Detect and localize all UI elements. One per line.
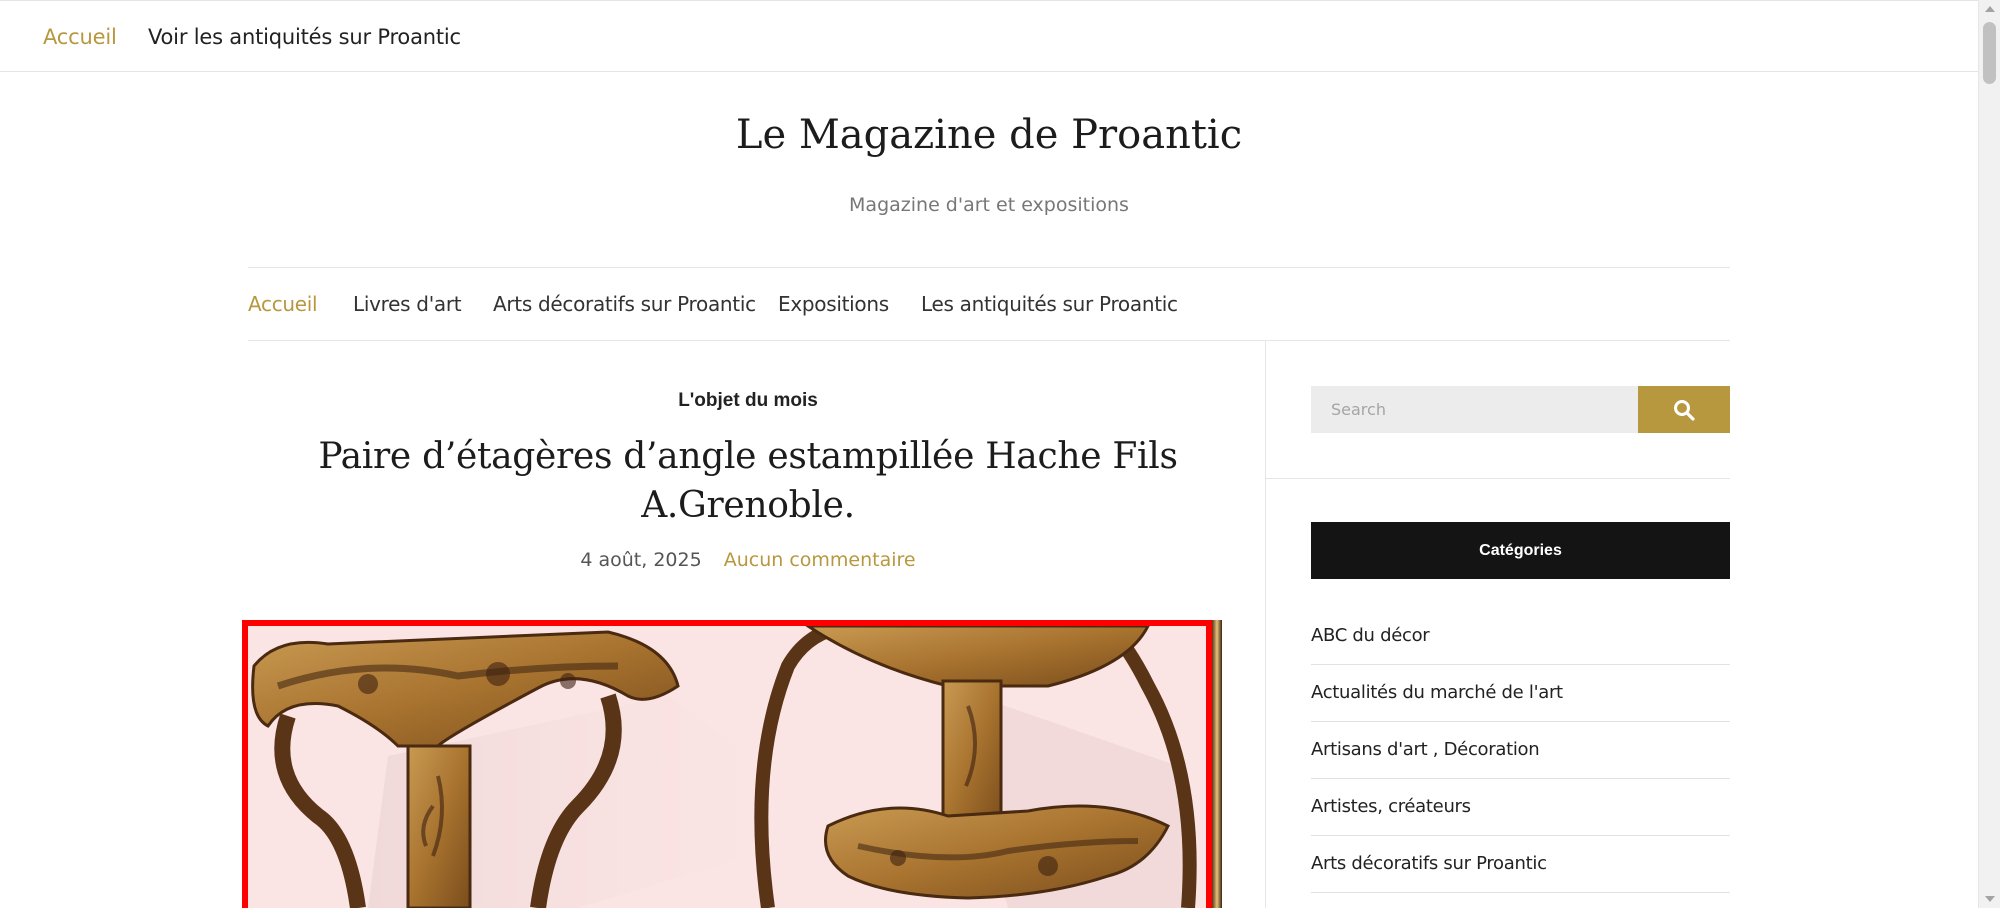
nav-item-expositions[interactable]: Expositions <box>778 292 889 316</box>
post-featured-image[interactable] <box>242 620 1212 908</box>
topbar-home-link[interactable]: Accueil <box>43 25 117 49</box>
categories-list: ABC du décor Actualités du marché de l'a… <box>1311 608 1730 893</box>
category-link[interactable]: Artistes, créateurs <box>1311 779 1730 836</box>
category-link[interactable]: Arts décoratifs sur Proantic <box>1311 836 1730 893</box>
post-date: 4 août, 2025 <box>580 549 702 571</box>
category-link[interactable]: Artisans d'art , Décoration <box>1311 722 1730 779</box>
nav-item-livres-d-art[interactable]: Livres d'art <box>353 292 462 316</box>
scrollbar-thumb[interactable] <box>1983 22 1996 84</box>
category-link[interactable]: ABC du décor <box>1311 608 1730 665</box>
search-icon <box>1674 399 1695 421</box>
top-bar: Accueil Voir les antiquités sur Proantic <box>0 0 1978 72</box>
nav-item-arts-decoratifs[interactable]: Arts décoratifs sur Proantic <box>493 292 756 316</box>
sidebar-section-divider <box>1266 478 1730 479</box>
site-tagline: Magazine d'art et expositions <box>849 194 1129 216</box>
post-title[interactable]: Paire d’étagères d’angle estampillée Hac… <box>268 432 1228 530</box>
page-scrollbar[interactable] <box>1978 0 2000 908</box>
category-link[interactable]: Actualités du marché de l'art <box>1311 665 1730 722</box>
post-meta: 4 août, 2025 Aucun commentaire <box>248 549 1248 571</box>
nav-item-antiquites[interactable]: Les antiquités sur Proantic <box>921 292 1178 316</box>
categories-widget-title: Catégories <box>1311 522 1730 579</box>
search-input[interactable] <box>1311 386 1638 433</box>
post-comments-link[interactable]: Aucun commentaire <box>724 549 916 571</box>
scroll-up-arrow-icon[interactable] <box>1985 6 1995 12</box>
search-button[interactable] <box>1638 386 1730 433</box>
scroll-down-arrow-icon[interactable] <box>1985 896 1995 902</box>
sidebar-divider <box>1265 341 1266 908</box>
site-title[interactable]: Le Magazine de Proantic <box>0 112 1978 158</box>
main-nav: Accueil Livres d'art Arts décoratifs sur… <box>248 267 1730 341</box>
post-image-overflow-edge <box>1212 620 1222 908</box>
post-category[interactable]: L'objet du mois <box>248 390 1248 412</box>
corner-shelves-illustration <box>248 626 1206 908</box>
nav-item-accueil[interactable]: Accueil <box>248 292 318 316</box>
topbar-antiques-link[interactable]: Voir les antiquités sur Proantic <box>148 25 461 49</box>
